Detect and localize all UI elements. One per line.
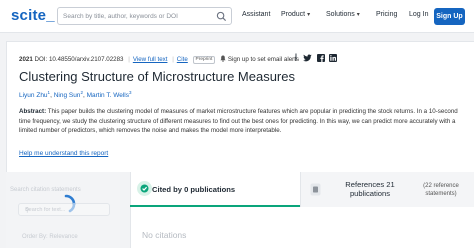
twitter-icon[interactable]	[303, 54, 312, 62]
abstract-label: Abstract:	[19, 108, 47, 115]
nav-assistant[interactable]: Assistant	[242, 11, 270, 18]
search-box[interactable]	[57, 7, 232, 25]
help-understand-link[interactable]: Help me understand this report	[19, 150, 108, 157]
nav-solutions[interactable]: Solutions ▾	[326, 11, 360, 18]
facebook-icon[interactable]	[317, 54, 325, 62]
preprint-badge: Preprint	[192, 56, 216, 64]
scite-logo[interactable]: scite_	[11, 7, 55, 24]
search-input[interactable]	[58, 8, 213, 24]
paper-meta: 2021 DOI: 10.48550/arxiv.2107.02283 | Vie…	[19, 55, 300, 64]
document-icon	[310, 183, 321, 196]
loading-spinner-icon	[64, 194, 76, 213]
tab-references[interactable]: References 21 publications (22 reference…	[300, 172, 474, 207]
author-link[interactable]: Ning Sun2	[54, 90, 83, 99]
paper-abstract: Abstract: This paper builds the clusteri…	[19, 107, 467, 136]
email-alert-link[interactable]: Sign up to set email alerts	[228, 56, 299, 63]
tab-references-label: References 21 publications	[345, 180, 395, 198]
linkedin-icon[interactable]	[329, 54, 337, 62]
bell-icon	[220, 55, 226, 62]
paper-title: Clustering Structure of Microstructure M…	[19, 69, 295, 84]
cited-by-icon	[137, 181, 152, 196]
nav-pricing[interactable]: Pricing	[376, 11, 397, 18]
top-navigation-bar: scite_ Assistant Product▾ Solutions▾ Pri…	[0, 0, 474, 33]
tab-cited-by[interactable]: Cited by 0 publications	[130, 172, 300, 207]
chevron-down-icon: ▾	[307, 12, 311, 18]
paper-card: 2021 DOI: 10.48550/arxiv.2107.02283 | Vie…	[6, 41, 474, 172]
paper-year: 2021	[19, 56, 33, 63]
reference-statements-count: (22 reference statements)	[423, 183, 459, 197]
paper-authors: Liyun Zhu1, Ning Sun2, Martin T. Wells3	[19, 90, 132, 100]
paper-doi: DOI: 10.48550/arxiv.2107.02283	[34, 56, 124, 63]
signup-button[interactable]: Sign Up	[434, 8, 465, 25]
nav-solutions-label: Solutions	[326, 11, 355, 18]
share-separator: |	[295, 54, 297, 61]
abstract-text: This paper builds the clustering model o…	[19, 108, 458, 135]
nav-product-label: Product	[281, 11, 306, 18]
nav-product[interactable]: Product ▾	[281, 11, 310, 18]
chevron-down-icon: ▾	[356, 12, 360, 18]
tab-cited-by-label: Cited by 0 publications	[152, 185, 236, 194]
login-link[interactable]: Log In	[409, 11, 428, 18]
order-by-select[interactable]: Order By: Relevance	[22, 234, 78, 240]
author-link[interactable]: Martin T. Wells3	[87, 90, 132, 99]
view-full-text-link[interactable]: View full text	[133, 56, 168, 63]
search-icon[interactable]	[216, 11, 227, 22]
author-link[interactable]: Liyun Zhu1	[19, 90, 50, 99]
cite-link[interactable]: Cite	[177, 56, 188, 63]
no-citations-message: No citations	[142, 230, 187, 240]
